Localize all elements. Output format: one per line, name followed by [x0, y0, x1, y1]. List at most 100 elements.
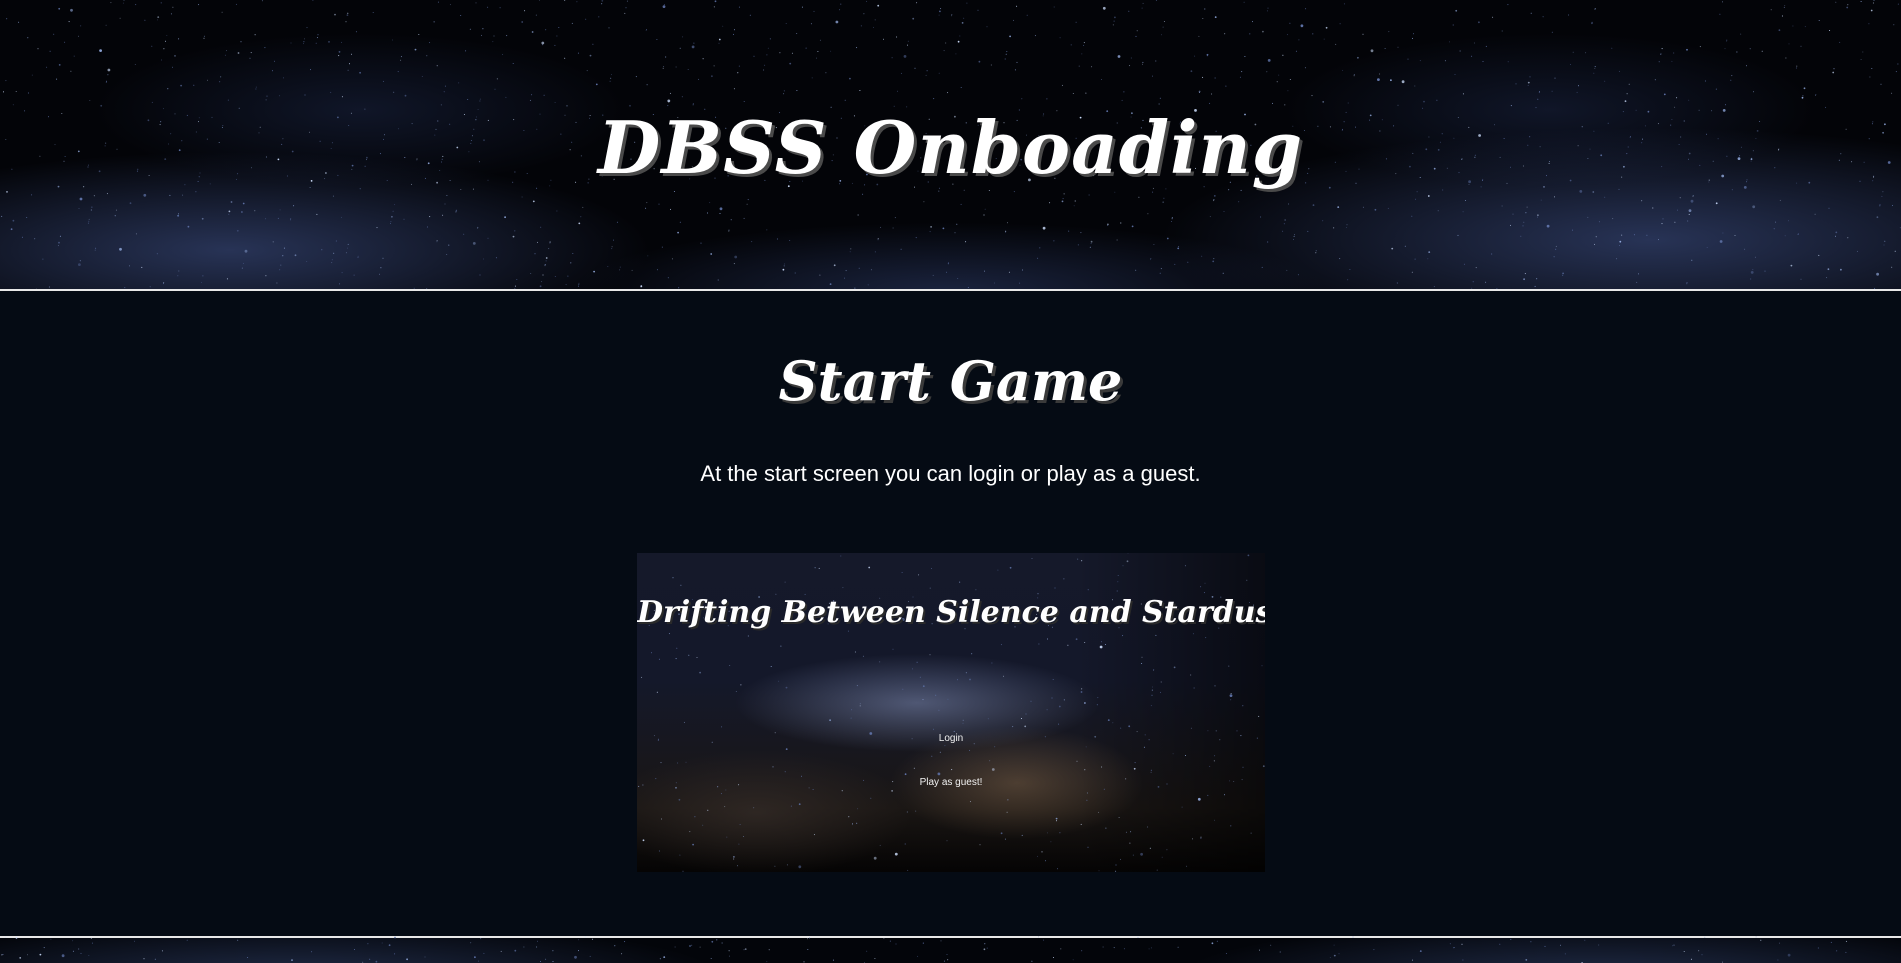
star [276, 282, 278, 284]
star [90, 937, 92, 939]
star [1411, 215, 1413, 217]
star [1004, 838, 1006, 840]
star [1236, 730, 1238, 732]
star [1688, 213, 1690, 215]
star [929, 654, 931, 656]
star [1068, 230, 1070, 232]
header-banner: DBSS Onboading [0, 0, 1901, 291]
star [536, 946, 538, 948]
star [331, 262, 333, 264]
star [942, 227, 945, 230]
star [1572, 51, 1574, 53]
star [1534, 285, 1536, 287]
star [743, 101, 745, 102]
star [1593, 72, 1595, 74]
star [926, 70, 928, 72]
star [1215, 730, 1217, 732]
star [1322, 220, 1324, 222]
star [866, 950, 868, 952]
star [1127, 553, 1129, 554]
star [115, 209, 117, 211]
star [1312, 204, 1315, 207]
star [1151, 694, 1153, 696]
star [70, 8, 73, 12]
star [1499, 943, 1501, 945]
star [891, 57, 893, 59]
star [1897, 3, 1899, 5]
star [1462, 93, 1464, 95]
star [178, 270, 180, 272]
star [1719, 240, 1723, 243]
star [1266, 71, 1268, 73]
star [811, 77, 813, 79]
star [1141, 7, 1143, 9]
star [1091, 66, 1093, 68]
star [390, 222, 391, 224]
star [986, 26, 988, 28]
star [1105, 827, 1107, 829]
star [969, 801, 971, 803]
star [1663, 93, 1666, 96]
star [833, 264, 836, 267]
star [1211, 942, 1214, 945]
star [1523, 221, 1525, 223]
star [1059, 37, 1061, 39]
star [1135, 35, 1137, 37]
star [711, 75, 713, 78]
star [663, 956, 666, 958]
star [1009, 35, 1011, 38]
star [1496, 288, 1498, 289]
star [689, 945, 691, 947]
star [1803, 87, 1806, 90]
star [803, 961, 805, 963]
star [969, 749, 971, 751]
star [1078, 65, 1080, 67]
star [1800, 45, 1802, 47]
star [621, 953, 623, 955]
star [1282, 230, 1284, 232]
star [896, 36, 898, 38]
star [78, 263, 81, 266]
star [565, 284, 567, 286]
star [783, 265, 785, 267]
star [521, 21, 524, 23]
star [330, 91, 332, 93]
star [1710, 289, 1712, 290]
star [512, 63, 514, 64]
star [913, 767, 915, 769]
star [89, 100, 91, 101]
star [1578, 85, 1579, 87]
star [848, 816, 850, 818]
star [916, 661, 918, 663]
star [1523, 278, 1525, 281]
star [1377, 78, 1380, 81]
star [1287, 90, 1289, 92]
star [1123, 948, 1125, 950]
star [692, 843, 694, 846]
star [951, 14, 953, 16]
star [474, 956, 476, 959]
star [58, 64, 61, 66]
star [1674, 221, 1676, 223]
star [794, 272, 796, 274]
star [675, 658, 677, 660]
star [1539, 91, 1540, 93]
star [1770, 9, 1772, 11]
star [955, 53, 957, 55]
star [1579, 190, 1583, 193]
star [1130, 831, 1132, 833]
star [1101, 766, 1103, 768]
star [1161, 34, 1162, 36]
star [1003, 675, 1004, 677]
star [1465, 200, 1466, 201]
star [1801, 96, 1804, 99]
star [743, 949, 745, 951]
star [592, 938, 593, 940]
star [290, 219, 291, 221]
star [1252, 21, 1253, 23]
star [240, 41, 242, 43]
star [134, 940, 135, 942]
star [1190, 70, 1193, 73]
star [960, 203, 962, 205]
star [1060, 948, 1062, 950]
